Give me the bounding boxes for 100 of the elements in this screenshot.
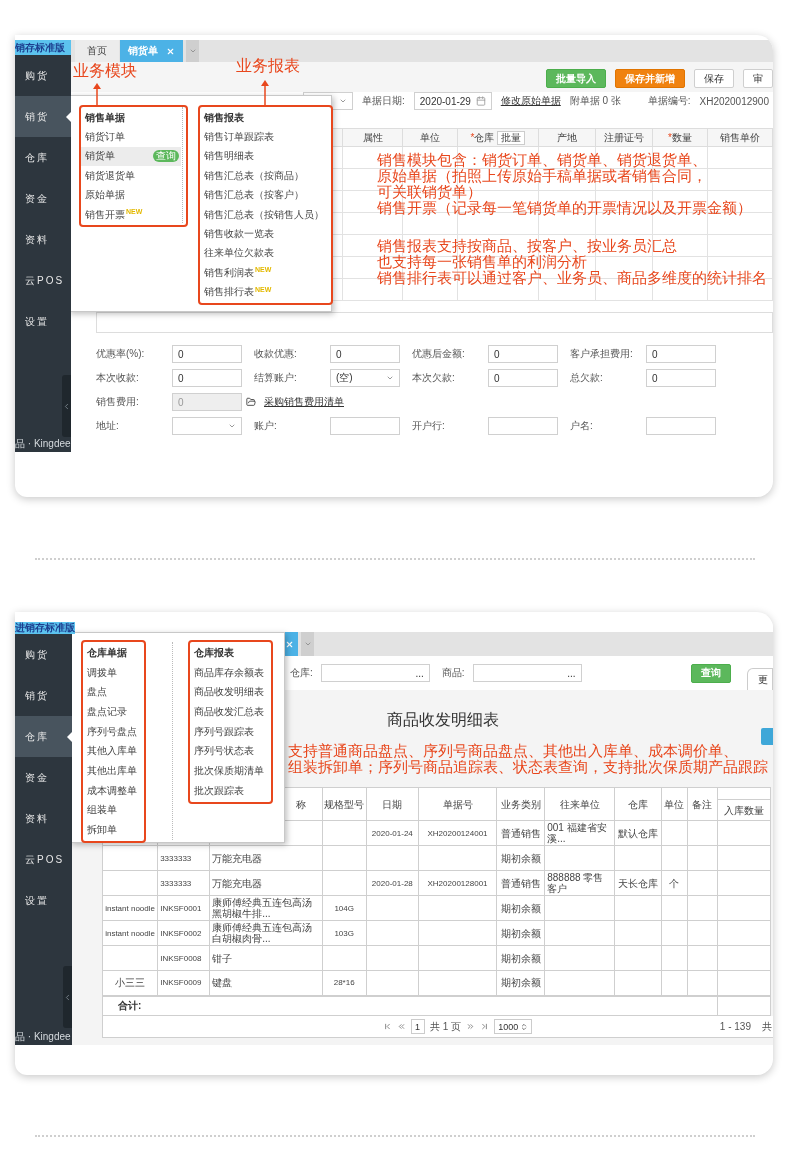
menu-heading: 销售报表 bbox=[204, 110, 245, 125]
picker-field[interactable]: ... bbox=[472, 664, 582, 682]
sidebar-item[interactable]: 设置 bbox=[15, 880, 72, 921]
menu-item[interactable]: 销售订单跟踪表 bbox=[200, 127, 326, 147]
column-header: 注册证号 bbox=[596, 129, 653, 146]
date-field[interactable]: 2020-01-29 bbox=[413, 92, 492, 110]
field-label: 地址: bbox=[96, 419, 120, 433]
record-range: 1 - 139 bbox=[719, 1021, 751, 1032]
column-header: *仓库 批量 bbox=[458, 129, 539, 146]
field-label: 本次欠款: bbox=[412, 371, 456, 385]
toolbar-button[interactable]: 保存 bbox=[694, 69, 734, 88]
sidebar-item[interactable]: 购货 bbox=[15, 55, 71, 96]
annotation-text: 销售模块包含：销货订单、销货单、销货退货单、 bbox=[377, 152, 708, 168]
menu-heading: 销售单据 bbox=[85, 110, 126, 125]
table-cell: XH20200128001 bbox=[418, 870, 497, 896]
input-field[interactable]: 0 bbox=[172, 345, 242, 363]
sidebar-item[interactable]: 资料 bbox=[15, 798, 72, 839]
edition-label: 进销存标准版 bbox=[15, 622, 75, 634]
field-label: 商品: bbox=[441, 666, 465, 680]
input-field[interactable]: 0 bbox=[330, 345, 400, 363]
sidebar-item[interactable]: 资料 bbox=[15, 219, 71, 260]
menu-item[interactable]: 往来单位欠款表 bbox=[200, 243, 326, 264]
column-header: 入库数量 bbox=[717, 799, 771, 821]
menu-item[interactable]: 序列号跟踪表 bbox=[190, 721, 266, 742]
input-field[interactable]: 0 bbox=[488, 345, 558, 363]
table-cell: 3333333 bbox=[157, 870, 210, 896]
field-label: 客户承担费用: bbox=[570, 347, 634, 361]
batch-button[interactable]: 批量 bbox=[497, 130, 526, 145]
table-cell: 普通销售 bbox=[496, 870, 545, 896]
menu-item[interactable]: 销售汇总表（按销售人员） bbox=[200, 204, 326, 225]
menu-item[interactable]: 原始单据 bbox=[81, 185, 181, 205]
brand-text: 品 · Kingdee bbox=[15, 437, 71, 451]
menu-item[interactable]: 销货订单 bbox=[81, 127, 181, 147]
field-label: 结算账户: bbox=[254, 371, 298, 385]
menu-item[interactable]: 商品库存余额表 bbox=[190, 662, 266, 683]
field-label: 单据编号: bbox=[647, 94, 691, 108]
tab[interactable]: 首页 bbox=[75, 40, 119, 62]
table-cell: 期初余额 bbox=[496, 895, 545, 921]
table-cell: 默认仓库 bbox=[614, 820, 662, 846]
sidebar-item[interactable]: 云POS bbox=[15, 260, 71, 301]
menu-item[interactable]: 其他出库单 bbox=[83, 761, 139, 781]
edit-link[interactable]: 修改原始单据 bbox=[500, 94, 561, 108]
sidebar-item[interactable]: 仓库 bbox=[15, 137, 71, 178]
column-header: 往来单位 bbox=[544, 787, 615, 821]
menu-item[interactable]: 序列号盘点 bbox=[83, 721, 139, 742]
input-field[interactable]: 0 bbox=[646, 345, 716, 363]
menu-item[interactable]: 其他入库单 bbox=[83, 741, 139, 762]
record-total: 共 bbox=[762, 1019, 772, 1034]
input-field[interactable]: 0 bbox=[646, 369, 716, 387]
annotation-text: 可关联销货单） bbox=[377, 184, 482, 200]
menu-item[interactable]: 销售汇总表（按商品） bbox=[200, 166, 326, 186]
menu-item[interactable]: 商品收发汇总表 bbox=[190, 702, 266, 722]
input-field[interactable]: 0 bbox=[488, 369, 558, 387]
sidebar-item[interactable]: 资金 bbox=[15, 178, 71, 219]
input-field[interactable]: 0 bbox=[172, 369, 242, 387]
menu-item[interactable]: 批次保质期清单 bbox=[190, 761, 266, 781]
menu-item[interactable]: 销售明细表 bbox=[200, 146, 326, 167]
menu-item[interactable]: 销售排行表$^{NEW}$ bbox=[200, 282, 326, 302]
table-cell: 103G bbox=[322, 920, 367, 946]
sidebar-item[interactable]: 购货 bbox=[15, 634, 72, 675]
table-cell: 小三三 bbox=[102, 970, 158, 996]
menu-item[interactable]: 盘点 bbox=[83, 682, 139, 703]
menu-item[interactable]: 销售利润表$^{NEW}$ bbox=[200, 263, 326, 283]
column-header: 单位 bbox=[403, 129, 458, 146]
sidebar-item[interactable]: 云POS bbox=[15, 839, 72, 880]
menu-item[interactable]: 销售汇总表（按客户） bbox=[200, 185, 326, 205]
menu-heading: 仓库报表 bbox=[194, 645, 235, 660]
menu-item[interactable]: 销售收款一览表 bbox=[200, 224, 326, 244]
menu-item[interactable]: 销货退货单 bbox=[81, 166, 181, 186]
sidebar-item[interactable]: 仓库 bbox=[15, 716, 72, 757]
menu-item[interactable]: 拆卸单 bbox=[83, 820, 139, 840]
field-label: 收款优惠: bbox=[254, 347, 298, 361]
select-field[interactable]: (空) bbox=[330, 369, 400, 387]
menu-item[interactable]: 成本调整单 bbox=[83, 780, 139, 801]
table-cell: 万能充电器 bbox=[209, 870, 323, 896]
table-cell: 个 bbox=[661, 870, 688, 896]
expense-list-link[interactable]: 采购销售费用清单 bbox=[264, 395, 344, 409]
page-input[interactable]: 1 bbox=[411, 1019, 425, 1034]
picker-field[interactable]: ... bbox=[320, 664, 430, 682]
sidebar-item[interactable]: 资金 bbox=[15, 757, 72, 798]
field-label: 开户行: bbox=[412, 419, 446, 433]
toolbar-button[interactable]: 审 bbox=[743, 69, 773, 88]
menu-item[interactable]: 商品收发明细表 bbox=[190, 682, 266, 703]
menu-item[interactable]: 销售开票$^{NEW}$ bbox=[81, 204, 181, 225]
more-tab[interactable]: 更 bbox=[747, 668, 773, 690]
table-cell: 万能充电器 bbox=[209, 845, 323, 871]
column-header: 产地 bbox=[539, 129, 596, 146]
page-size-select[interactable]: 1000 bbox=[494, 1019, 533, 1034]
table-cell: XH20200124001 bbox=[418, 820, 497, 846]
sidebar-item[interactable]: 设置 bbox=[15, 301, 71, 342]
table-cell: 期初余额 bbox=[496, 945, 545, 971]
field-label: 销售费用: bbox=[96, 395, 140, 409]
menu-item[interactable]: 组装单 bbox=[83, 800, 139, 821]
menu-item[interactable]: 销货单 查询 bbox=[81, 146, 181, 167]
menu-item[interactable]: 调拨单 bbox=[83, 662, 139, 683]
sidebar-item[interactable]: 销货 bbox=[15, 96, 71, 137]
sidebar-item[interactable]: 销货 bbox=[15, 675, 72, 716]
menu-item[interactable]: 盘点记录 bbox=[83, 702, 139, 722]
menu-item[interactable]: 序列号状态表 bbox=[190, 741, 266, 762]
table-cell: 期初余额 bbox=[496, 920, 545, 946]
